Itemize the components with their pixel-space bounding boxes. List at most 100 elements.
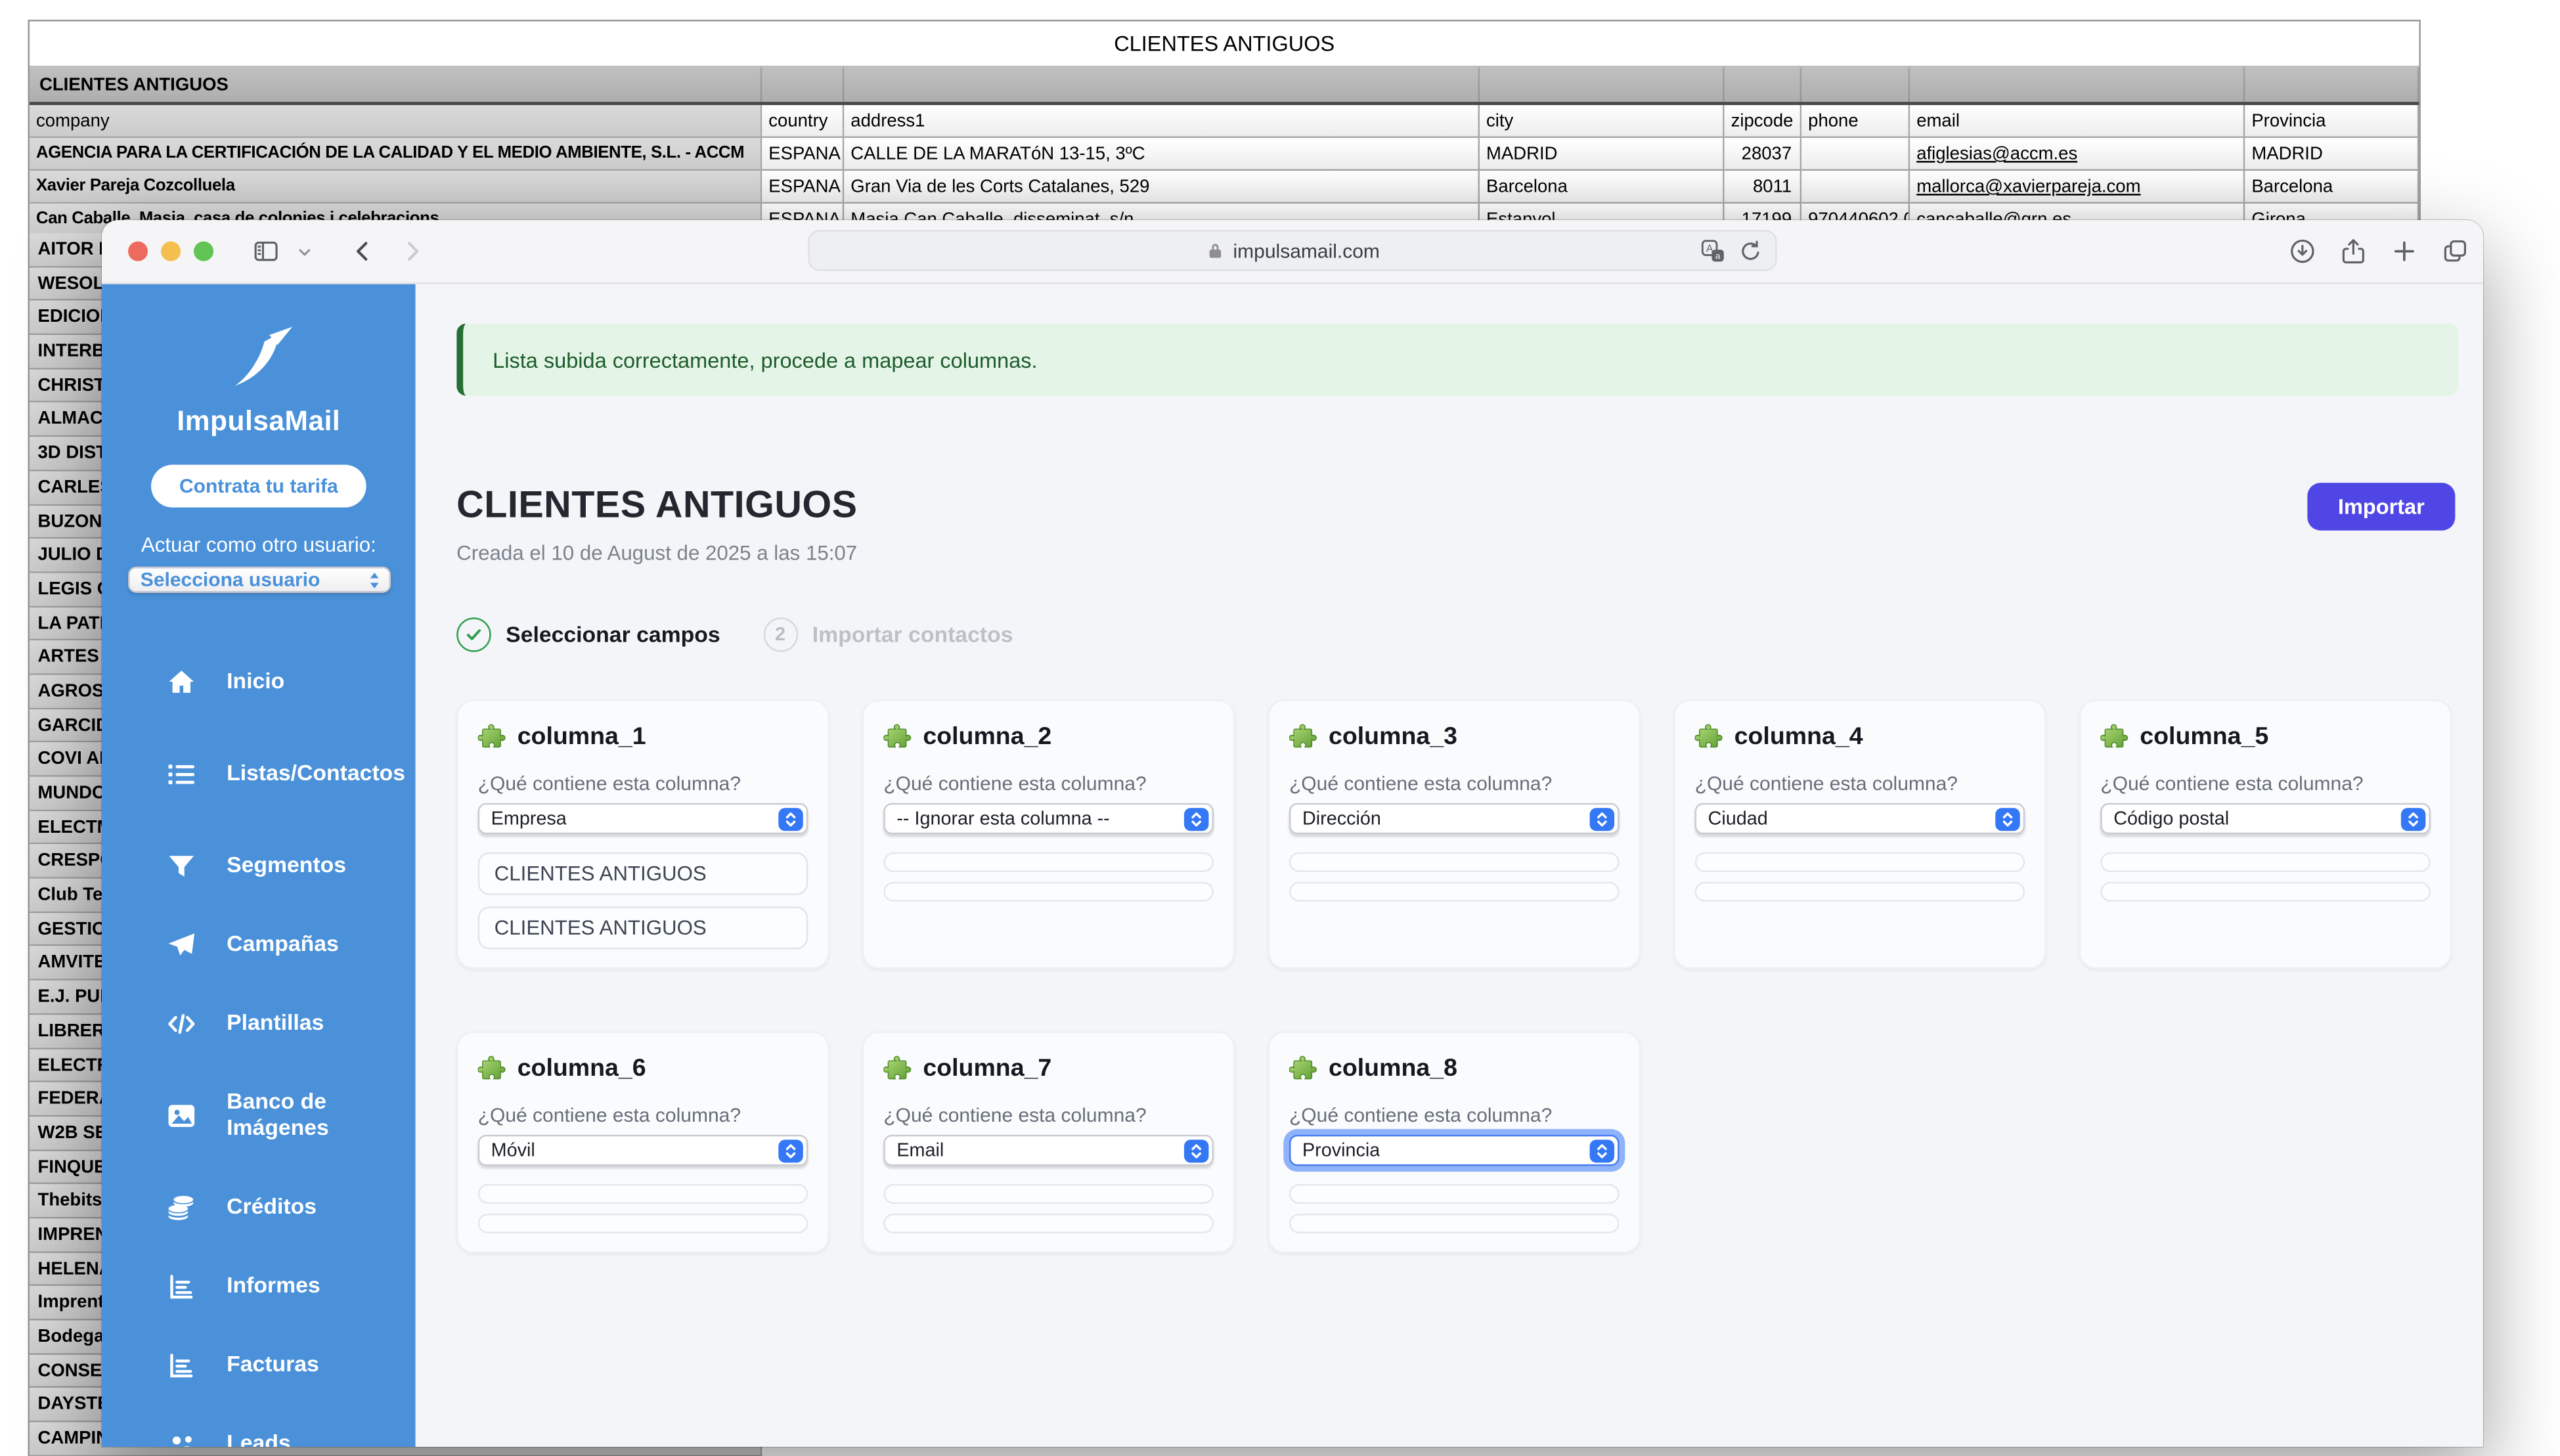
downloads-icon[interactable]	[2287, 236, 2317, 266]
column-card-columna_5: columna_5¿Qué contiene esta columna?Códi…	[2079, 699, 2452, 969]
column-type-select[interactable]: Provincia	[1289, 1135, 1620, 1166]
table-cell[interactable]: CALLE DE LA MARATóN 13-15, 3ºC	[844, 138, 1480, 171]
tab-overview-icon[interactable]	[2440, 236, 2470, 266]
spreadsheet-title: CLIENTES ANTIGUOS	[30, 22, 2419, 68]
sidebar-item-inicio[interactable]: Inicio	[102, 642, 416, 721]
column-type-select[interactable]: Ciudad	[1695, 803, 2025, 835]
card-title: columna_4	[1734, 722, 1863, 751]
card-title: columna_2	[923, 722, 1051, 751]
url-text: impulsamail.com	[1233, 239, 1379, 262]
column-header-cell[interactable]: phone	[1801, 105, 1910, 138]
puzzle-icon	[883, 1054, 912, 1082]
column-header-cell[interactable]: Provincia	[2245, 105, 2419, 138]
sample-cell	[2100, 852, 2431, 872]
sidebar-item-facturas[interactable]: Facturas	[102, 1325, 416, 1404]
spreadsheet-band-row: CLIENTES ANTIGUOS	[30, 68, 2419, 106]
sample-cell	[1289, 1214, 1620, 1233]
table-cell[interactable]: afiglesias@accm.es	[1910, 138, 2245, 171]
table-cell[interactable]: Xavier Pareja Cozcolluela	[30, 171, 762, 204]
zoom-window-button[interactable]	[194, 242, 213, 261]
new-tab-icon[interactable]	[2389, 236, 2419, 266]
wizard-steps: Seleccionar campos 2 Importar contactos	[456, 617, 2458, 652]
sidebar-item-cr-ditos[interactable]: Créditos	[102, 1168, 416, 1246]
sidebar-item-label: Informes	[227, 1273, 399, 1299]
column-header-cell[interactable]: company	[30, 105, 762, 138]
table-cell[interactable]	[1801, 138, 1910, 171]
contract-plan-button[interactable]: Contrata tu tarifa	[151, 465, 366, 508]
column-header-cell[interactable]: city	[1480, 105, 1725, 138]
card-question: ¿Qué contiene esta columna?	[883, 1103, 1214, 1126]
table-cell[interactable]: mallorca@xavierpareja.com	[1910, 171, 2245, 204]
sidebar-item-campa-as[interactable]: Campañas	[102, 905, 416, 984]
lock-icon	[1205, 240, 1225, 260]
puzzle-icon	[1289, 1054, 1317, 1082]
column-type-select[interactable]: Dirección	[1289, 803, 1620, 835]
translate-icon[interactable]: Aa	[1700, 237, 1726, 263]
sample-cell	[883, 882, 1214, 902]
card-header: columna_1	[478, 722, 808, 751]
sidebar-item-segmentos[interactable]: Segmentos	[102, 826, 416, 905]
select-stepper-icon	[778, 1139, 803, 1162]
reload-icon[interactable]	[1738, 237, 1764, 263]
sidebar-toggle-icon[interactable]	[250, 235, 282, 268]
share-icon[interactable]	[2339, 236, 2368, 266]
table-cell[interactable]	[1801, 171, 1910, 204]
table-cell[interactable]: Barcelona	[1480, 171, 1725, 204]
sidebar-item-banco-de-im-genes[interactable]: Banco de Imágenes	[102, 1063, 416, 1168]
column-header-cell[interactable]: zipcode	[1725, 105, 1802, 138]
table-cell[interactable]: MADRID	[2245, 138, 2419, 171]
select-stepper-icon	[1590, 1139, 1615, 1162]
sidebar-item-leads[interactable]: Leads	[102, 1404, 416, 1447]
sample-cell	[883, 1184, 1214, 1204]
table-cell[interactable]: 28037	[1725, 138, 1802, 171]
sidebar-item-listas-contactos[interactable]: Listas/Contactos	[102, 721, 416, 826]
table-cell[interactable]: MADRID	[1480, 138, 1725, 171]
code-icon	[164, 1007, 197, 1040]
puzzle-icon	[883, 722, 912, 751]
created-date: Creada el 10 de August de 2025 a las 15:…	[456, 542, 2455, 565]
column-type-select[interactable]: -- Ignorar esta columna --	[883, 803, 1214, 835]
spreadsheet-band-cell	[844, 68, 1480, 102]
browser-toolbar: impulsamail.com Aa	[102, 220, 2483, 284]
card-title: columna_1	[518, 722, 646, 751]
forward-button[interactable]	[396, 235, 429, 268]
home-icon	[164, 665, 197, 698]
sidebar-item-informes[interactable]: Informes	[102, 1246, 416, 1325]
close-window-button[interactable]	[128, 242, 148, 261]
back-button[interactable]	[347, 235, 380, 268]
minimize-window-button[interactable]	[161, 242, 181, 261]
sample-list	[883, 1184, 1214, 1233]
column-type-select[interactable]: Código postal	[2100, 803, 2431, 835]
select-arrows-icon	[367, 569, 380, 590]
user-select[interactable]: Selecciona usuario	[127, 567, 390, 593]
sidebar-item-plantillas[interactable]: Plantillas	[102, 984, 416, 1063]
column-card-columna_1: columna_1¿Qué contiene esta columna?Empr…	[456, 699, 829, 969]
table-cell[interactable]: ESPANA	[762, 171, 844, 204]
step1-check-icon	[456, 617, 491, 652]
sample-cell: CLIENTES ANTIGUOS	[478, 906, 808, 949]
table-cell[interactable]: ESPANA	[762, 138, 844, 171]
sample-cell	[883, 852, 1214, 872]
sample-cell	[1289, 882, 1620, 902]
select-value: Ciudad	[1708, 809, 1768, 829]
step2-number: 2	[763, 617, 798, 652]
column-type-select[interactable]: Email	[883, 1135, 1214, 1166]
chevron-down-icon[interactable]	[288, 235, 320, 268]
column-type-select[interactable]: Móvil	[478, 1135, 808, 1166]
column-header-cell[interactable]: address1	[844, 105, 1480, 138]
table-cell[interactable]: Gran Via de les Corts Catalanes, 529	[844, 171, 1480, 204]
column-header-cell[interactable]: country	[762, 105, 844, 138]
chart-icon	[164, 1348, 197, 1381]
column-card-columna_7: columna_7¿Qué contiene esta columna?Emai…	[862, 1031, 1235, 1253]
table-cell[interactable]: Barcelona	[2245, 171, 2419, 204]
column-type-select[interactable]: Empresa	[478, 803, 808, 835]
table-cell[interactable]: 8011	[1725, 171, 1802, 204]
column-header-cell[interactable]: email	[1910, 105, 2245, 138]
card-title: columna_5	[2140, 722, 2268, 751]
table-cell[interactable]: AGENCIA PARA LA CERTIFICACIÓN DE LA CALI…	[30, 138, 762, 171]
address-bar[interactable]: impulsamail.com Aa	[808, 230, 1777, 271]
svg-text:a: a	[1715, 250, 1721, 260]
safari-window: impulsamail.com Aa ImpulsaMail Contrata …	[102, 220, 2483, 1447]
sample-cell	[2100, 882, 2431, 902]
import-button[interactable]: Importar	[2307, 483, 2455, 531]
